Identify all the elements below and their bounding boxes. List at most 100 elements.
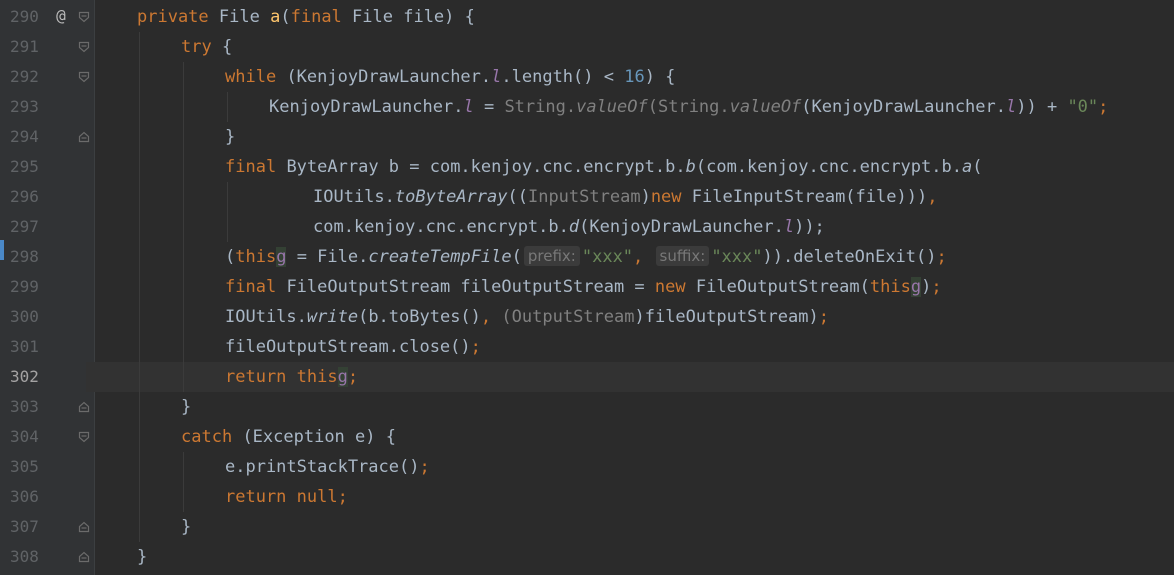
indent-guide xyxy=(139,122,140,152)
code-text[interactable]: } xyxy=(137,545,147,569)
code-text[interactable]: IOUtils.toByteArray((InputStream)new Fil… xyxy=(313,185,937,209)
indent-guide xyxy=(183,332,184,362)
code-text[interactable]: private File a(final File file) { xyxy=(137,5,475,29)
indent-guide xyxy=(139,242,140,272)
code-text[interactable]: while (KenjoyDrawLauncher.l.length() < 1… xyxy=(225,65,675,89)
indent-guide xyxy=(139,212,140,242)
indent-guide xyxy=(139,362,140,392)
code-line[interactable]: 291 try { xyxy=(0,32,1174,62)
code-line[interactable]: 307 } xyxy=(0,512,1174,542)
code-line[interactable]: 293 KenjoyDrawLauncher.l = String.valueO… xyxy=(0,92,1174,122)
line-number: 294 xyxy=(10,127,39,146)
code-line[interactable]: 300 IOUtils.write(b.toBytes(), (OutputSt… xyxy=(0,302,1174,332)
line-number: 306 xyxy=(10,487,39,506)
indent-guide xyxy=(139,182,140,212)
code-line[interactable]: 295 final ByteArray b = com.kenjoy.cnc.e… xyxy=(0,152,1174,182)
code-line[interactable]: 308 } xyxy=(0,542,1174,572)
code-text[interactable]: KenjoyDrawLauncher.l = String.valueOf(St… xyxy=(269,95,1108,119)
indent-guide xyxy=(227,182,228,212)
line-number: 305 xyxy=(10,457,39,476)
indent-guide xyxy=(139,452,140,482)
code-line[interactable]: 292 while (KenjoyDrawLauncher.l.length()… xyxy=(0,62,1174,92)
indent-guide xyxy=(139,62,140,92)
code-line[interactable]: 305 e.printStackTrace(); xyxy=(0,452,1174,482)
indent-guide xyxy=(183,92,184,122)
code-text[interactable]: } xyxy=(225,125,235,149)
code-line[interactable]: 306 return null; xyxy=(0,482,1174,512)
indent-guide xyxy=(227,92,228,122)
code-line[interactable]: 301 fileOutputStream.close(); xyxy=(0,332,1174,362)
fold-close-icon[interactable] xyxy=(78,401,90,413)
code-text[interactable]: return thisg; xyxy=(225,365,358,389)
fold-close-icon[interactable] xyxy=(78,131,90,143)
line-number: 293 xyxy=(10,97,39,116)
line-number: 307 xyxy=(10,517,39,536)
line-number: 299 xyxy=(10,277,39,296)
code-line[interactable]: 296 IOUtils.toByteArray((InputStream)new… xyxy=(0,182,1174,212)
line-number: 298 xyxy=(10,247,39,266)
indent-guide xyxy=(139,422,140,452)
code-line[interactable]: 297 com.kenjoy.cnc.encrypt.b.d(KenjoyDra… xyxy=(0,212,1174,242)
indent-guide xyxy=(139,92,140,122)
fold-open-icon[interactable] xyxy=(78,71,90,83)
fold-open-icon[interactable] xyxy=(78,41,90,53)
code-text[interactable]: fileOutputStream.close(); xyxy=(225,335,481,359)
param-hint: suffix: xyxy=(655,246,710,266)
line-number: 296 xyxy=(10,187,39,206)
code-line-current[interactable]: 302 return thisg; xyxy=(0,362,1174,392)
line-number: 308 xyxy=(10,547,39,566)
indent-guide xyxy=(139,152,140,182)
code-line[interactable]: 304 catch (Exception e) { xyxy=(0,422,1174,452)
indent-guide xyxy=(183,362,184,392)
code-line[interactable]: 290 @ private File a(final File file) { xyxy=(0,2,1174,32)
indent-guide xyxy=(183,152,184,182)
code-text[interactable]: final ByteArray b = com.kenjoy.cnc.encry… xyxy=(225,155,982,179)
override-marker-icon[interactable]: @ xyxy=(52,5,70,27)
fold-close-icon[interactable] xyxy=(78,551,90,563)
line-number: 291 xyxy=(10,37,39,56)
indent-guide xyxy=(139,32,140,62)
code-text[interactable]: return null; xyxy=(225,485,348,509)
indent-guide xyxy=(183,302,184,332)
indent-guide xyxy=(183,272,184,302)
param-hint: prefix: xyxy=(523,246,580,266)
line-number: 302 xyxy=(10,367,39,386)
line-number: 300 xyxy=(10,307,39,326)
code-editor[interactable]: 290 @ private File a(final File file) { … xyxy=(0,0,1174,575)
indent-guide xyxy=(183,452,184,482)
indent-guide xyxy=(139,332,140,362)
line-number: 290 xyxy=(10,7,39,26)
code-text[interactable]: } xyxy=(181,395,191,419)
indent-guide xyxy=(183,122,184,152)
code-text[interactable]: com.kenjoy.cnc.encrypt.b.d(KenjoyDrawLau… xyxy=(313,215,825,239)
line-number: 304 xyxy=(10,427,39,446)
line-number: 295 xyxy=(10,157,39,176)
indent-guide xyxy=(139,512,140,542)
indent-guide xyxy=(139,272,140,302)
fold-open-icon[interactable] xyxy=(78,11,90,23)
code-text[interactable]: try { xyxy=(181,35,232,59)
indent-guide xyxy=(183,482,184,512)
line-number: 303 xyxy=(10,397,39,416)
indent-guide xyxy=(139,482,140,512)
code-text[interactable]: e.printStackTrace(); xyxy=(225,455,430,479)
fold-open-icon[interactable] xyxy=(78,431,90,443)
code-text[interactable]: catch (Exception e) { xyxy=(181,425,396,449)
indent-guide xyxy=(139,392,140,422)
indent-guide xyxy=(183,242,184,272)
code-text[interactable]: (thisg = File.createTempFile(prefix: "xxx… xyxy=(225,245,947,269)
line-number: 301 xyxy=(10,337,39,356)
line-number: 292 xyxy=(10,67,39,86)
line-number: 297 xyxy=(10,217,39,236)
code-text[interactable]: } xyxy=(181,515,191,539)
code-line[interactable]: 298 (thisg = File.createTempFile(prefix:… xyxy=(0,242,1174,272)
code-text[interactable]: final FileOutputStream fileOutputStream … xyxy=(225,275,942,299)
indent-guide xyxy=(183,212,184,242)
indent-guide xyxy=(227,212,228,242)
code-line[interactable]: 294 } xyxy=(0,122,1174,152)
code-text[interactable]: IOUtils.write(b.toBytes(), (OutputStream… xyxy=(225,305,829,329)
code-line[interactable]: 303 } xyxy=(0,392,1174,422)
code-line[interactable]: 299 final FileOutputStream fileOutputStr… xyxy=(0,272,1174,302)
fold-close-icon[interactable] xyxy=(78,521,90,533)
indent-guide xyxy=(139,302,140,332)
